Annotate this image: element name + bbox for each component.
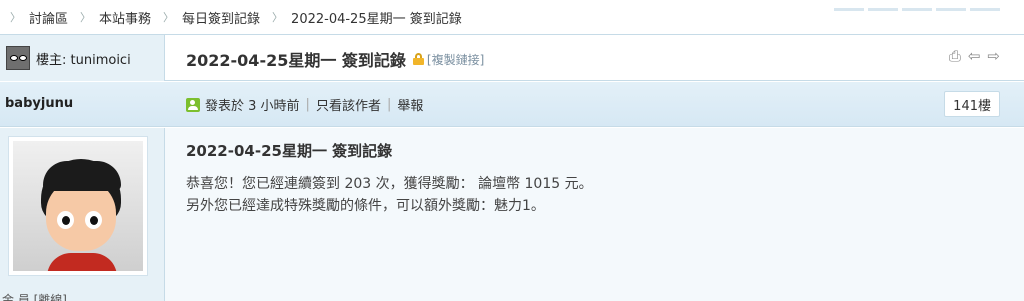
lock-icon xyxy=(412,53,424,65)
divider: | xyxy=(386,97,392,112)
breadcrumb-item-daily-checkin[interactable]: 〉 每日簽到記錄 xyxy=(163,8,260,27)
breadcrumb-label[interactable]: 討論區 xyxy=(29,8,68,27)
breadcrumb-label[interactable]: 每日簽到記錄 xyxy=(182,8,260,27)
chevron-right-icon: 〉 xyxy=(80,11,92,24)
breadcrumb-item-current: 〉 2022-04-25星期一 簽到記錄 xyxy=(272,8,462,27)
only-author-link[interactable]: 只看該作者 xyxy=(316,95,381,114)
chevron-right-icon: 〉 xyxy=(10,11,21,24)
post-meta: 發表於 3 小時前 | 只看該作者 | 舉報 xyxy=(186,95,423,114)
chevron-right-icon: 〉 xyxy=(272,11,284,24)
thread-tools: ⎙ ⇦ ⇨ xyxy=(949,49,1000,64)
poster-sidebar: 金 員 [離線] xyxy=(0,128,165,301)
report-link[interactable]: 舉報 xyxy=(397,95,423,114)
poster-name[interactable]: babyjunu xyxy=(5,96,73,111)
thread-author-cell: 樓主: tunimoici xyxy=(0,35,165,81)
post-content-title: 2022-04-25星期一 簽到記錄 xyxy=(186,142,393,160)
thread-title-text: 2022-04-25星期一 簽到記錄 xyxy=(186,51,406,70)
post-header: babyjunu 發表於 3 小時前 | 只看該作者 | 舉報 141樓 xyxy=(0,82,1024,127)
author-avatar[interactable] xyxy=(6,46,30,70)
post-line: 恭喜您！您已經連續簽到 203 次，獲得獎勵： 論壇幣 1015 元。 xyxy=(186,176,593,192)
divider: | xyxy=(305,97,310,112)
avatar-image[interactable] xyxy=(13,141,143,271)
thread-author-label[interactable]: 樓主: tunimoici xyxy=(36,49,131,68)
online-user-icon xyxy=(186,97,200,112)
post-content: 2022-04-25星期一 簽到記錄 恭喜您！您已經連續簽到 203 次，獲得獎… xyxy=(186,140,593,217)
floor-label[interactable]: 141樓 xyxy=(953,95,991,114)
breadcrumb-item-site-affairs[interactable]: 〉 本站事務 xyxy=(80,8,151,27)
breadcrumb: 〉 討論區 〉 本站事務 〉 每日簽到記錄 〉 2022-04-25星期一 簽到… xyxy=(0,0,1024,34)
thread-title-row: 樓主: tunimoici 2022-04-25星期一 簽到記錄 [複製鏈接] … xyxy=(0,34,1024,81)
post-body: 金 員 [離線] 2022-04-25星期一 簽到記錄 恭喜您！您已經連續簽到 … xyxy=(0,128,1024,301)
chevron-right-icon: 〉 xyxy=(163,11,175,24)
breadcrumb-item-forum[interactable]: 〉 討論區 xyxy=(10,8,68,27)
post-line: 另外您已經達成特殊獎勵的條件，可以額外獎勵：魅力1。 xyxy=(186,198,545,214)
avatar[interactable] xyxy=(8,136,148,276)
poster-status: 金 員 [離線] xyxy=(2,293,67,301)
breadcrumb-label: 2022-04-25星期一 簽到記錄 xyxy=(291,11,462,27)
copy-link-button[interactable]: [複製鏈接] xyxy=(427,51,484,68)
print-icon[interactable]: ⎙ xyxy=(949,49,961,64)
next-thread-icon[interactable]: ⇨ xyxy=(987,49,1000,64)
header-decoration xyxy=(834,0,1024,11)
post-time: 發表於 3 小時前 xyxy=(205,99,300,114)
page-title: 2022-04-25星期一 簽到記錄 [複製鏈接] xyxy=(186,47,484,71)
breadcrumb-label[interactable]: 本站事務 xyxy=(99,8,151,27)
prev-thread-icon[interactable]: ⇦ xyxy=(968,49,981,64)
floor-number[interactable]: 141樓 xyxy=(944,91,1000,117)
